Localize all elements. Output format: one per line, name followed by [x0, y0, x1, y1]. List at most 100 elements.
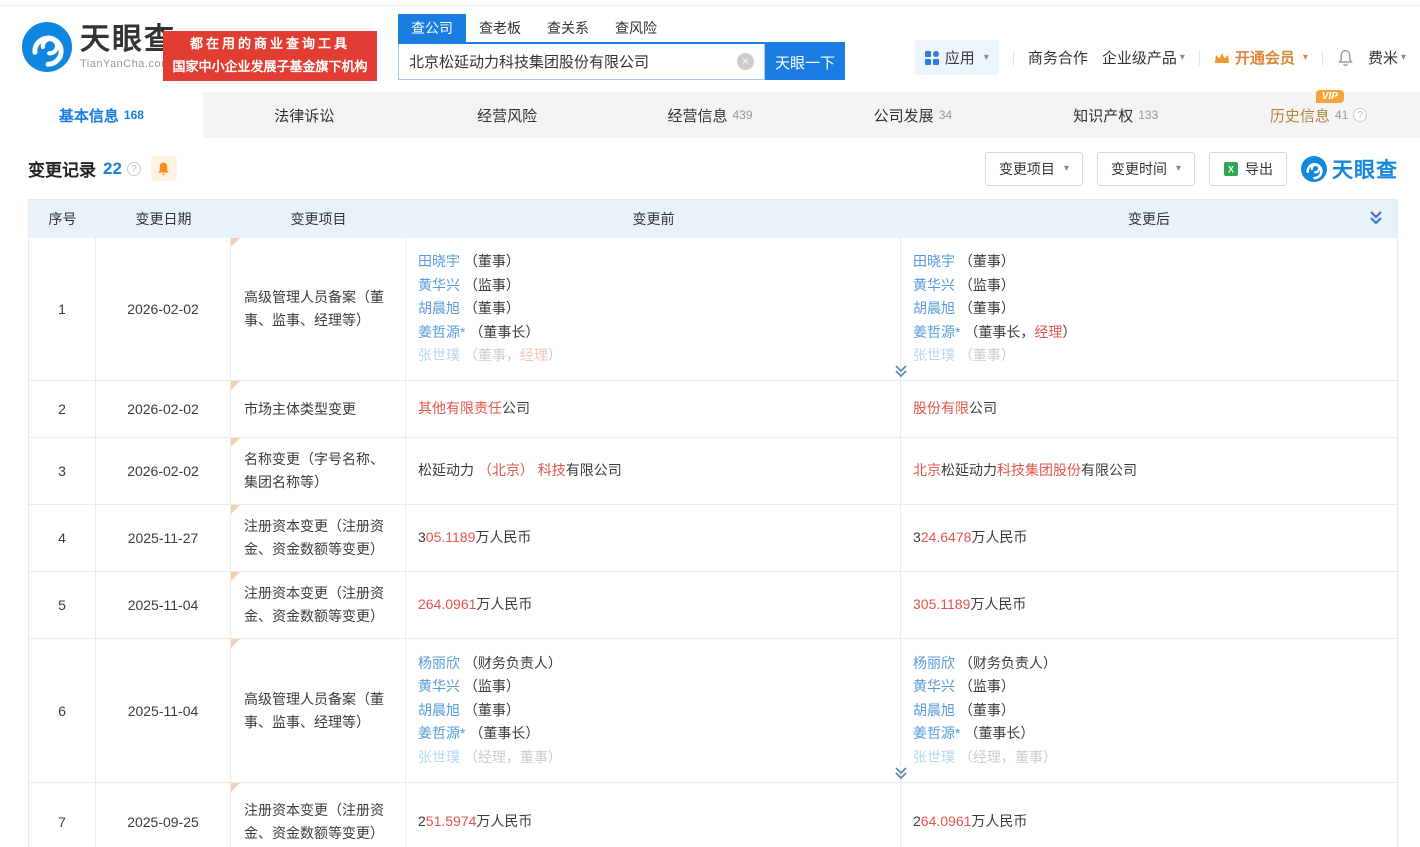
expand-row-icon[interactable] — [893, 766, 909, 781]
section-count: 22 — [103, 159, 122, 179]
table-row: 32026-02-02名称变更（字号名称、集团名称等）松延动力 （北京） 科技有… — [29, 437, 1397, 504]
table-row: 72025-09-25注册资本变更（注册资金、资金数额等变更）251.5974万… — [29, 782, 1397, 847]
search-type-tabs: 查公司查老板查关系查风险 — [398, 18, 845, 44]
text-segment: 万人民币 — [476, 813, 532, 829]
text-segment: 有限公司 — [1081, 462, 1137, 478]
person-link[interactable]: 张世璞 — [913, 749, 955, 765]
value-line: 张世璞 （经理，董事） — [418, 746, 888, 770]
search-box: × — [398, 44, 765, 80]
table-body: 12026-02-02高级管理人员备案（董事、监事、经理等）田晓宇 （董事）黄华… — [29, 238, 1397, 847]
export-button[interactable]: X 导出 — [1209, 152, 1287, 186]
value-line: 264.0961万人民币 — [418, 593, 888, 617]
search-button[interactable]: 天眼一下 — [765, 44, 845, 80]
text-segment: 万人民币 — [476, 596, 532, 612]
tab-基本信息[interactable]: 基本信息168 — [0, 92, 203, 138]
tab-历史信息[interactable]: 历史信息VIP41? — [1217, 92, 1420, 138]
person-link[interactable]: 黄华兴 — [418, 678, 460, 694]
subscribe-bell-button[interactable] — [151, 156, 177, 181]
text-segment: （董事） — [955, 702, 1015, 718]
text-segment: 北京 — [913, 462, 941, 478]
tab-经营信息[interactable]: 经营信息439 — [609, 92, 812, 138]
row-number: 4 — [29, 505, 96, 571]
text-segment: 万人民币 — [970, 596, 1026, 612]
person-link[interactable]: 田晓宇 — [913, 253, 955, 269]
search-tab-查关系[interactable]: 查关系 — [534, 14, 602, 42]
corner-marker-icon — [231, 505, 240, 514]
value-line: 张世璞 （经理，董事） — [913, 746, 1385, 770]
notification-bell-icon[interactable] — [1337, 49, 1354, 67]
text-segment: 公司 — [502, 400, 530, 416]
crown-icon — [1214, 51, 1230, 65]
help-icon[interactable]: ? — [127, 162, 141, 176]
search-input[interactable] — [399, 44, 764, 79]
value-line: 305.1189万人民币 — [913, 593, 1385, 617]
nav-cooperation[interactable]: 商务合作 — [1028, 47, 1088, 68]
nav-enterprise[interactable]: 企业级产品 ▾ — [1102, 47, 1185, 68]
search-tab-查老板[interactable]: 查老板 — [466, 14, 534, 42]
person-link[interactable]: 张世璞 — [418, 347, 460, 363]
caret-down-icon: ▾ — [1064, 163, 1069, 174]
person-link[interactable]: 杨丽欣 — [913, 655, 955, 671]
expand-row-icon[interactable] — [893, 364, 909, 379]
nav-apps[interactable]: 应用 ▾ — [915, 40, 999, 75]
person-link[interactable]: 姜哲源* — [418, 725, 465, 741]
tianyancha-logo-icon — [22, 22, 72, 72]
tab-label: 经营风险 — [477, 108, 537, 125]
collapse-all-icon[interactable] — [1367, 209, 1385, 234]
person-link[interactable]: 张世璞 — [418, 749, 460, 765]
person-link[interactable]: 杨丽欣 — [418, 655, 460, 671]
row-number: 1 — [29, 238, 96, 380]
tab-经营风险[interactable]: 经营风险 — [406, 92, 609, 138]
person-link[interactable]: 胡晨旭 — [913, 300, 955, 316]
table-row: 42025-11-27注册资本变更（注册资金、资金数额等变更）305.1189万… — [29, 504, 1397, 571]
person-link[interactable]: 黄华兴 — [913, 277, 955, 293]
tianyancha-logo[interactable]: 天眼查 TianYanCha.com — [22, 22, 176, 72]
value-after: 305.1189万人民币 — [901, 572, 1397, 638]
tab-知识产权[interactable]: 知识产权133 — [1014, 92, 1217, 138]
search-tab-查风险[interactable]: 查风险 — [602, 14, 670, 42]
person-link[interactable]: 胡晨旭 — [418, 300, 460, 316]
text-segment: （董事） — [955, 347, 1015, 363]
tab-label: 历史信息 — [1270, 108, 1330, 125]
person-link[interactable]: 黄华兴 — [418, 277, 460, 293]
search-tab-查公司[interactable]: 查公司 — [398, 14, 466, 42]
text-segment: 有限公司 — [566, 462, 622, 478]
col-header-after: 变更后 — [901, 209, 1397, 229]
person-link[interactable]: 胡晨旭 — [913, 702, 955, 718]
value-before: 杨丽欣 （财务负责人）黄华兴 （监事）胡晨旭 （董事）姜哲源* （董事长）张世璞… — [406, 639, 901, 782]
filter-change-item-button[interactable]: 变更项目 ▾ — [985, 152, 1083, 186]
filter-change-time-button[interactable]: 变更时间 ▾ — [1097, 152, 1195, 186]
text-segment: （北京） 科技 — [478, 462, 566, 478]
text-segment: ） — [1062, 324, 1076, 340]
value-line: 黄华兴 （监事） — [913, 274, 1385, 298]
value-before: 251.5974万人民币 — [406, 783, 901, 847]
change-item: 注册资本变更（注册资金、资金数额等变更） — [231, 783, 406, 847]
text-segment: 305.1189 — [913, 596, 970, 612]
person-link[interactable]: 胡晨旭 — [418, 702, 460, 718]
search-area: 查公司查老板查关系查风险 × 天眼一下 — [398, 18, 845, 80]
value-line: 北京松延动力科技集团股份有限公司 — [913, 459, 1385, 483]
nav-open-vip[interactable]: 开通会员 ▾ — [1214, 47, 1308, 68]
text-segment: 64.0961 — [921, 813, 972, 829]
tab-法律诉讼[interactable]: 法律诉讼 — [203, 92, 406, 138]
change-item: 注册资本变更（注册资金、资金数额等变更） — [231, 505, 406, 571]
clear-search-icon[interactable]: × — [737, 53, 754, 70]
person-link[interactable]: 田晓宇 — [418, 253, 460, 269]
person-link[interactable]: 黄华兴 — [913, 678, 955, 694]
change-item: 注册资本变更（注册资金、资金数额等变更） — [231, 572, 406, 638]
person-link[interactable]: 姜哲源* — [913, 725, 960, 741]
text-segment: 51.5974 — [426, 813, 477, 829]
help-icon[interactable]: ? — [1353, 108, 1367, 122]
value-line: 杨丽欣 （财务负责人） — [418, 652, 888, 676]
section-title-group: 变更记录 22 ? — [28, 156, 985, 181]
change-item: 高级管理人员备案（董事、监事、经理等） — [231, 639, 406, 782]
change-records-table: 序号 变更日期 变更项目 变更前 变更后 12026-02-02高级管理人员备案… — [28, 199, 1398, 847]
text-segment: 科技集团股份 — [997, 462, 1081, 478]
tab-count: 41 — [1335, 108, 1348, 122]
person-link[interactable]: 张世璞 — [913, 347, 955, 363]
person-link[interactable]: 姜哲源* — [418, 324, 465, 340]
person-link[interactable]: 姜哲源* — [913, 324, 960, 340]
table-row: 12026-02-02高级管理人员备案（董事、监事、经理等）田晓宇 （董事）黄华… — [29, 238, 1397, 380]
tab-公司发展[interactable]: 公司发展34 — [811, 92, 1014, 138]
nav-user[interactable]: 费米 ▾ — [1368, 47, 1406, 68]
